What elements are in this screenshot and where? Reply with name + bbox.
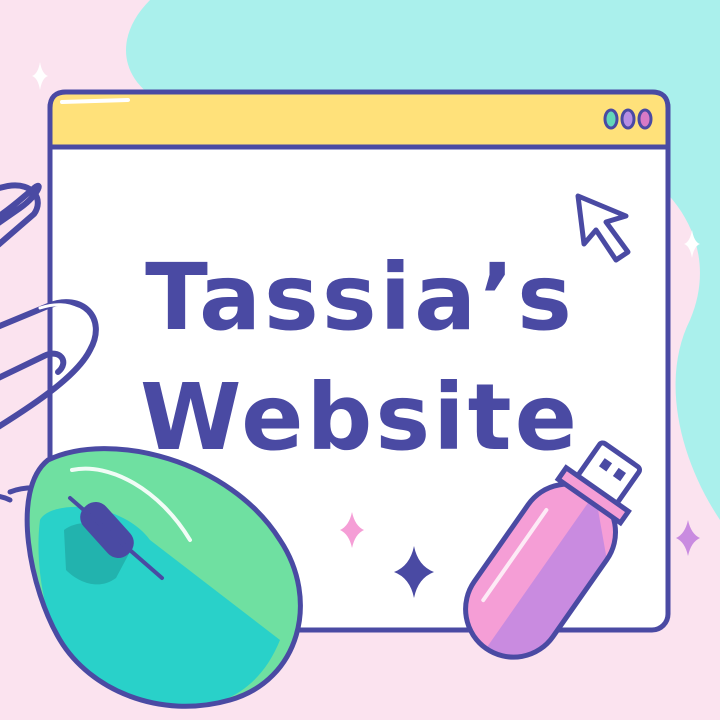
- sparkle-icon: [676, 520, 700, 556]
- window-control-dot-2[interactable]: [620, 108, 636, 130]
- window-control-dot-3[interactable]: [637, 108, 653, 130]
- sparkle-icon: [32, 62, 48, 90]
- title-line-1: Tassia’s: [145, 244, 575, 351]
- illustration: [0, 0, 720, 709]
- window-control-dot-1[interactable]: [603, 108, 619, 130]
- paperclip-icon: [0, 182, 42, 248]
- title-line-2: Website: [139, 364, 581, 471]
- canvas: Tassia’s Website: [0, 0, 720, 720]
